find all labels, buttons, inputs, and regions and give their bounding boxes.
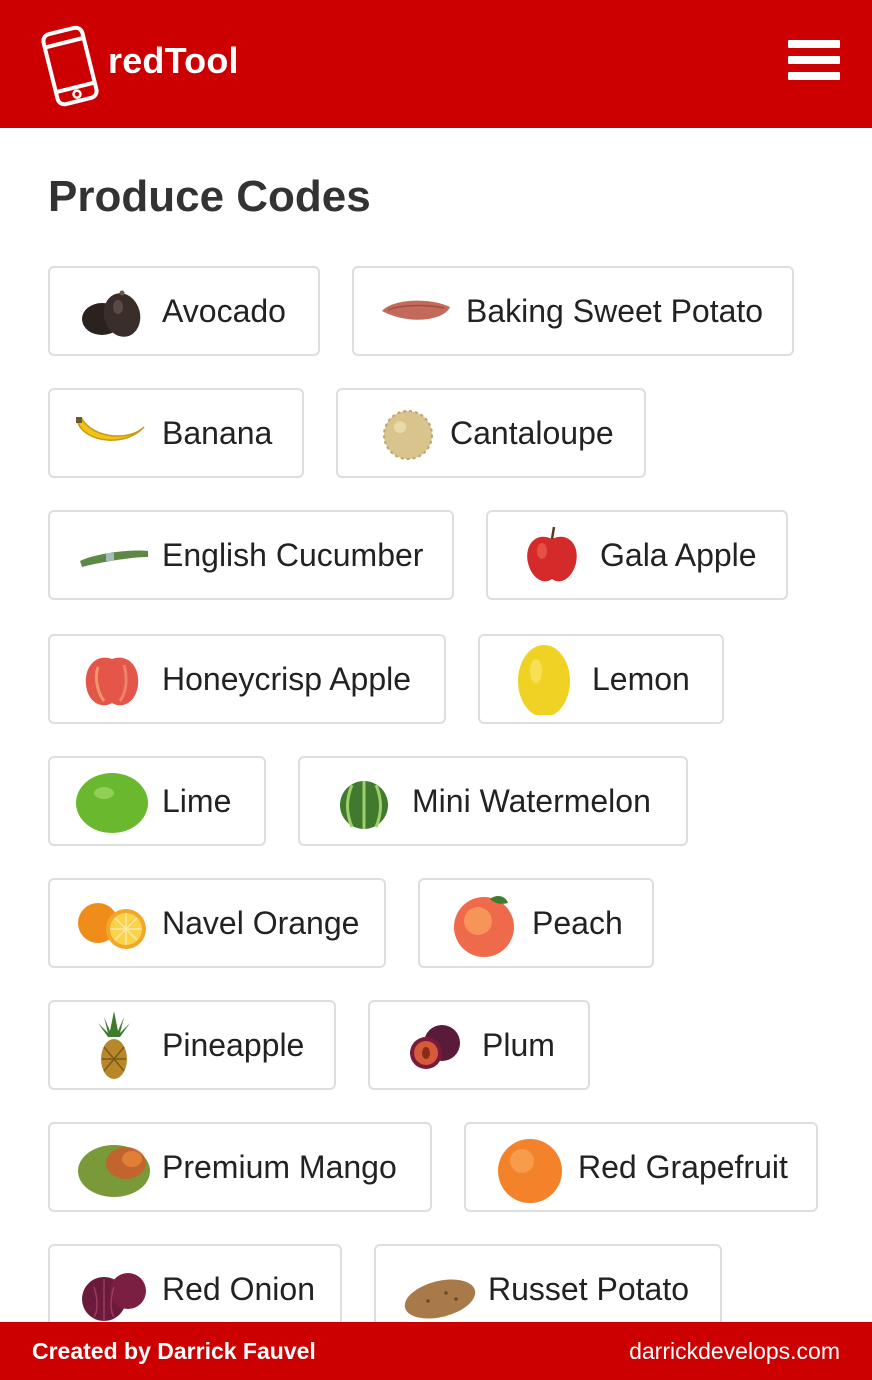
produce-item-label: Red Grapefruit	[578, 1149, 788, 1185]
produce-item-label: Premium Mango	[162, 1149, 397, 1185]
footer-credit: Created by Darrick Fauvel	[32, 1338, 316, 1364]
produce-list: Produce Codes Avocado Baking Sweet Potat…	[0, 0, 872, 1322]
produce-item-russet-potato[interactable]: Russet Potato	[374, 1244, 722, 1322]
orange-icon	[74, 887, 150, 959]
produce-item-label: Banana	[162, 415, 273, 451]
produce-item-label: Lime	[162, 783, 232, 819]
produce-item-label: Navel Orange	[162, 905, 360, 941]
produce-item-mini-watermelon[interactable]: Mini Watermelon	[298, 756, 688, 846]
produce-item-label: Peach	[532, 905, 623, 941]
produce-item-avocado[interactable]: Avocado	[48, 266, 320, 356]
produce-item-label: Lemon	[592, 661, 690, 697]
produce-item-cantaloupe[interactable]: Cantaloupe	[336, 388, 646, 478]
produce-item-red-grapefruit[interactable]: Red Grapefruit	[464, 1122, 818, 1212]
potato-icon	[402, 1253, 478, 1322]
produce-item-label: Avocado	[162, 293, 286, 329]
cucumber-icon	[76, 519, 152, 591]
produce-item-label: Plum	[482, 1027, 555, 1063]
produce-item-label: Pineapple	[162, 1027, 305, 1063]
sweet-potato-icon	[378, 275, 454, 347]
produce-item-english-cucumber[interactable]: English Cucumber	[48, 510, 454, 600]
produce-item-label: Mini Watermelon	[412, 783, 651, 819]
mango-icon	[76, 1131, 152, 1203]
grapefruit-icon	[492, 1131, 568, 1203]
produce-item-label: Honeycrisp Apple	[162, 661, 412, 697]
avocado-icon	[76, 275, 152, 347]
produce-item-baking-sweet-potato[interactable]: Baking Sweet Potato	[352, 266, 794, 356]
produce-item-label: Red Onion	[162, 1271, 315, 1307]
produce-item-plum[interactable]: Plum	[368, 1000, 590, 1090]
footer-website-link[interactable]: darrickdevelops.com	[629, 1338, 840, 1365]
produce-item-label: Cantaloupe	[450, 415, 614, 451]
produce-item-red-onion[interactable]: Red Onion	[48, 1244, 342, 1322]
cantaloupe-icon	[370, 397, 446, 469]
red-onion-icon	[76, 1253, 152, 1322]
produce-item-peach[interactable]: Peach	[418, 878, 654, 968]
gala-apple-icon	[514, 519, 590, 591]
peach-icon	[446, 887, 522, 959]
produce-item-lime[interactable]: Lime	[48, 756, 266, 846]
produce-item-label: Gala Apple	[600, 537, 757, 573]
pineapple-icon	[76, 1009, 152, 1081]
produce-item-honeycrisp-apple[interactable]: Honeycrisp Apple	[48, 634, 446, 724]
lime-icon	[74, 765, 150, 837]
produce-item-banana[interactable]: Banana	[48, 388, 304, 478]
produce-item-pineapple[interactable]: Pineapple	[48, 1000, 336, 1090]
produce-item-label: English Cucumber	[162, 537, 424, 573]
page-title: Produce Codes	[48, 172, 371, 221]
lemon-icon	[506, 643, 582, 715]
produce-item-label: Russet Potato	[488, 1271, 689, 1307]
honeycrisp-apple-icon	[74, 643, 150, 715]
produce-item-lemon[interactable]: Lemon	[478, 634, 724, 724]
plum-icon	[396, 1009, 472, 1081]
watermelon-icon	[326, 765, 402, 837]
produce-item-premium-mango[interactable]: Premium Mango	[48, 1122, 432, 1212]
footer: Created by Darrick Fauvel darrickdevelop…	[0, 1322, 872, 1380]
banana-icon	[72, 397, 148, 469]
produce-item-label: Baking Sweet Potato	[466, 293, 764, 329]
produce-item-gala-apple[interactable]: Gala Apple	[486, 510, 788, 600]
produce-item-navel-orange[interactable]: Navel Orange	[48, 878, 386, 968]
